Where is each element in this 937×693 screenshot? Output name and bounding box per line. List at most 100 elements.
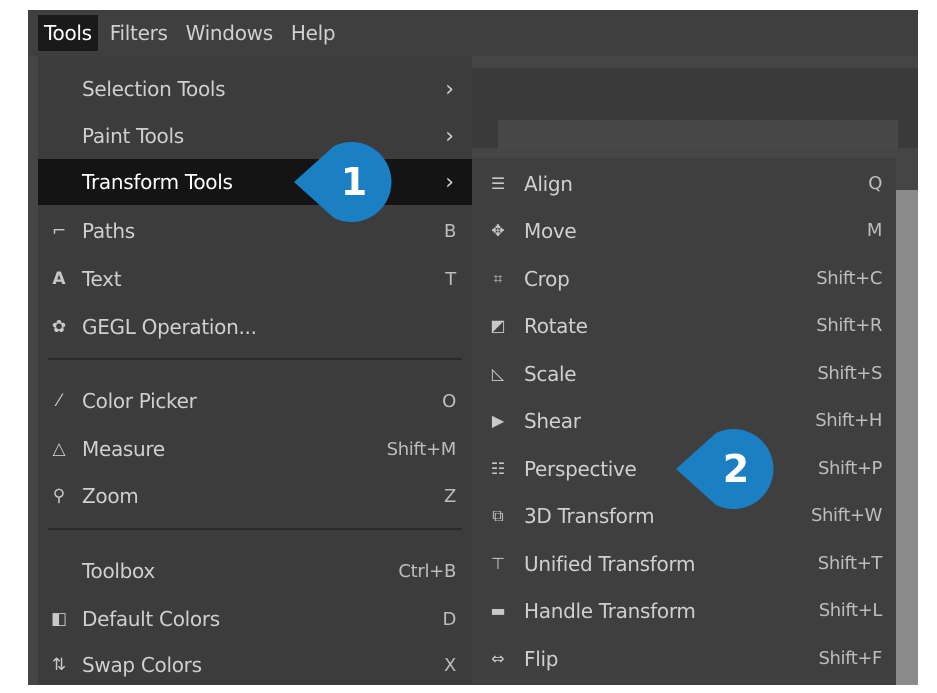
shortcut-label: Q [868,173,882,194]
menu-item-text[interactable]: A Text T [38,256,472,302]
menu-item-label: Text [82,267,122,291]
shortcut-label: Shift+L [818,600,883,621]
text-icon: A [52,269,66,289]
shortcut-label: Shift+C [816,268,882,289]
menubar: Tools Filters Windows Help [28,10,918,56]
callout-badge-2: 2 [672,425,784,513]
menu-item-label: Color Picker [82,389,197,413]
submenu-item-flip[interactable]: ⇔ Flip Shift+F [472,635,896,682]
submenu-item-scale[interactable]: ◺ Scale Shift+S [472,350,896,397]
gegl-icon: ✿ [51,317,67,337]
move-icon: ✥ [491,221,505,240]
submenu-item-label: Flip [524,646,559,671]
shortcut-label: D [442,608,456,630]
menu-windows[interactable]: Windows [180,15,279,51]
menu-item-label: Paint Tools [82,124,184,148]
submenu-item-label: Shear [524,408,581,433]
scale-icon: ◺ [491,364,505,383]
scrollbar[interactable] [896,190,918,685]
shortcut-label: X [443,654,456,676]
default-colors-icon: ◧ [50,609,68,629]
shortcut-label: Z [443,485,456,507]
paths-icon: ⌐ [51,221,67,241]
menu-item-zoom[interactable]: ⚲ Zoom Z [38,473,472,519]
shortcut-label: O [442,390,456,412]
submenu-item-label: Scale [524,361,577,386]
shortcut-label: Shift+W [811,505,882,526]
menu-item-label: Transform Tools [82,170,233,194]
submenu-item-label: Rotate [524,313,588,338]
shortcut-label: Shift+T [817,553,883,574]
shortcut-label: Shift+R [816,315,882,336]
swap-colors-icon: ⇅ [51,655,67,675]
submenu-item-rotate[interactable]: ◩ Rotate Shift+R [472,302,896,349]
shortcut-label: Shift+M [386,438,457,460]
callout-number: 2 [722,447,750,491]
submenu-item-label: Perspective [524,456,637,481]
chevron-right-icon: › [445,123,454,149]
shortcut-label: T [445,268,456,290]
handle-transform-icon: ▬ [490,601,506,620]
menu-separator [48,358,462,360]
menu-tools[interactable]: Tools [38,15,98,51]
menu-item-label: Zoom [82,484,139,508]
submenu-item-move[interactable]: ✥ Move M [472,207,896,254]
chevron-right-icon: › [445,169,454,195]
submenu-item-label: 3D Transform [524,503,655,528]
shortcut-label: B [443,220,456,242]
menu-item-toolbox[interactable]: Toolbox Ctrl+B [38,548,472,594]
perspective-icon: ☷ [490,459,506,478]
submenu-item-label: Crop [524,266,570,291]
transform-tools-submenu: ☰ Align Q ✥ Move M ⌗ Crop Shift+C ◩ Rota… [472,158,896,685]
submenu-item-crop[interactable]: ⌗ Crop Shift+C [472,255,896,302]
menu-item-label: Measure [82,437,165,461]
menu-item-paint-tools[interactable]: Paint Tools › [38,113,472,159]
menu-item-selection-tools[interactable]: Selection Tools › [38,66,472,112]
shortcut-label: M [866,220,883,241]
shortcut-label: Ctrl+B [398,560,456,582]
menu-item-label: Default Colors [82,607,220,631]
menu-item-label: Selection Tools [82,77,226,101]
menu-separator [48,528,462,530]
menu-item-measure[interactable]: △ Measure Shift+M [38,426,472,472]
submenu-item-handle-transform[interactable]: ▬ Handle Transform Shift+L [472,587,896,634]
submenu-item-label: Move [524,218,577,243]
menu-help[interactable]: Help [285,15,341,51]
shear-icon: ▶ [491,411,505,430]
menu-filters[interactable]: Filters [104,15,174,51]
measure-icon: △ [52,439,66,459]
menu-item-paths[interactable]: ⌐ Paths B [38,208,472,254]
tools-menu: Selection Tools › Paint Tools › Transfor… [38,56,472,685]
shortcut-label: Shift+S [817,363,882,384]
submenu-item-label: Unified Transform [524,551,696,576]
menu-item-color-picker[interactable]: ⁄ Color Picker O [38,378,472,424]
submenu-item-unified-transform[interactable]: ⊤ Unified Transform Shift+T [472,540,896,587]
chevron-right-icon: › [445,76,454,102]
shortcut-label: Shift+F [818,648,882,669]
shortcut-label: Shift+H [815,410,882,431]
callout-badge-1: 1 [290,138,402,226]
crop-icon: ⌗ [493,268,503,288]
menu-item-gegl-operation[interactable]: ✿ GEGL Operation... [38,304,472,350]
menu-item-label: Toolbox [82,559,155,583]
menu-item-swap-colors[interactable]: ⇅ Swap Colors X [38,642,472,685]
flip-icon: ⇔ [491,649,505,668]
3d-transform-icon: ⧉ [492,505,504,525]
align-icon: ☰ [490,174,506,193]
menu-item-default-colors[interactable]: ◧ Default Colors D [38,596,472,642]
gimp-window: Tools Filters Windows Help Selection Too… [28,10,918,685]
color-picker-icon: ⁄ [57,391,61,411]
shortcut-label: Shift+P [817,458,882,479]
zoom-icon: ⚲ [52,486,66,506]
unified-transform-icon: ⊤ [491,554,505,573]
rotate-icon: ◩ [490,316,506,335]
menu-item-transform-tools[interactable]: Transform Tools › [38,159,472,205]
menu-item-label: Swap Colors [82,653,202,677]
submenu-item-label: Handle Transform [524,598,696,623]
submenu-item-align[interactable]: ☰ Align Q [472,160,896,207]
callout-number: 1 [340,160,368,204]
submenu-item-label: Align [524,171,573,196]
background-strip [498,120,898,150]
menu-item-label: Paths [82,219,135,243]
menu-item-label: GEGL Operation... [82,315,257,339]
